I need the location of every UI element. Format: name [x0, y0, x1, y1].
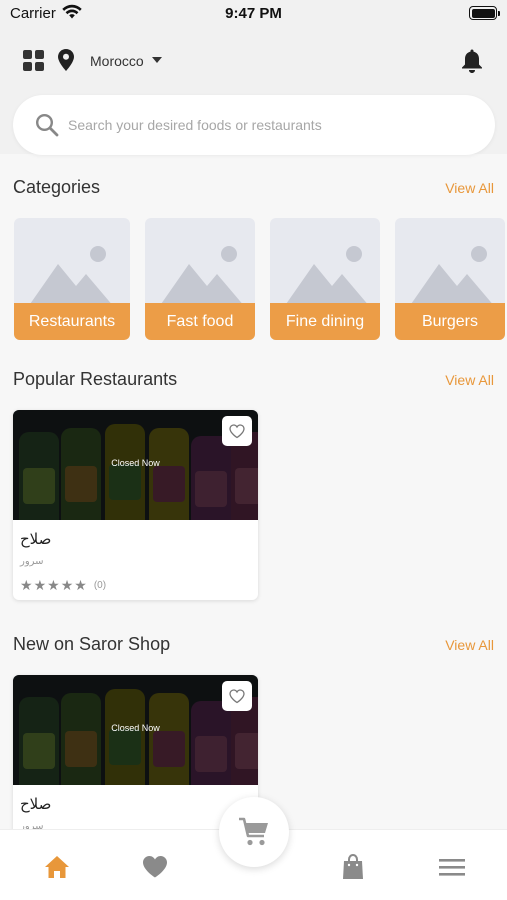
heart-icon: [143, 856, 167, 878]
categories-title: Categories: [13, 177, 101, 197]
rating-count: (0): [93, 580, 107, 591]
new-shop-view-all-link[interactable]: View All: [445, 637, 494, 653]
grid-icon[interactable]: [23, 50, 45, 72]
category-card-burgers[interactable]: Burgers: [395, 218, 505, 340]
restaurant-image: Closed Now: [13, 675, 258, 785]
heart-outline-icon: [229, 688, 245, 703]
heart-outline-icon: [229, 423, 245, 438]
tab-favorites[interactable]: [140, 852, 170, 882]
image-placeholder-icon: [159, 246, 245, 307]
star-icon: ★: [60, 577, 74, 593]
search-input[interactable]: [68, 113, 468, 137]
category-label: Fine dining: [270, 303, 380, 340]
star-icon: ★: [33, 577, 47, 593]
new-shop-title: New on Saror Shop: [13, 634, 171, 654]
status-bar: Carrier 9:47 PM: [0, 0, 507, 26]
star-icon: ★: [47, 577, 60, 593]
tab-menu[interactable]: [437, 852, 467, 882]
cart-icon: [239, 817, 268, 846]
image-placeholder-icon: [28, 246, 114, 307]
star-icon: ★: [74, 577, 87, 593]
popular-restaurants-title: Popular Restaurants: [13, 369, 178, 389]
restaurant-card[interactable]: Closed Now صلاح سرور ★ ★ ★ ★ ★ (0): [13, 410, 258, 600]
battery-icon: [469, 6, 500, 20]
favorite-button[interactable]: [222, 416, 252, 446]
star-icon: ★: [20, 577, 33, 593]
closed-status-label: Closed Now: [111, 458, 160, 468]
clock: 9:47 PM: [225, 5, 282, 22]
category-card-restaurants[interactable]: Restaurants: [14, 218, 130, 340]
favorite-button[interactable]: [222, 681, 252, 711]
restaurant-image: Closed Now: [13, 410, 258, 520]
tab-orders[interactable]: [338, 852, 368, 882]
category-card-fine-dining[interactable]: Fine dining: [270, 218, 380, 340]
header: Morocco: [0, 26, 507, 155]
popular-view-all-link[interactable]: View All: [445, 372, 494, 388]
home-icon: [45, 856, 69, 878]
rating-stars: ★ ★ ★ ★ ★ (0): [20, 577, 107, 594]
menu-icon: [439, 859, 465, 876]
category-label: Restaurants: [14, 303, 130, 340]
chevron-down-icon[interactable]: [152, 57, 162, 63]
image-placeholder-icon: [284, 246, 370, 307]
bell-icon[interactable]: [461, 48, 483, 74]
location-selector[interactable]: Morocco: [90, 53, 144, 69]
search-bar[interactable]: [13, 95, 495, 155]
restaurant-name: صلاح: [20, 795, 52, 813]
closed-status-label: Closed Now: [111, 723, 160, 733]
category-label: Burgers: [395, 303, 505, 340]
category-label: Fast food: [145, 303, 255, 340]
location-pin-icon: [58, 49, 74, 71]
restaurant-subtitle: سرور: [20, 556, 44, 567]
tab-home[interactable]: [42, 852, 72, 882]
image-placeholder-icon: [409, 246, 495, 307]
bag-icon: [343, 854, 363, 879]
cart-button[interactable]: [219, 797, 289, 867]
restaurant-name: صلاح: [20, 530, 52, 548]
categories-view-all-link[interactable]: View All: [445, 180, 494, 196]
category-card-fast-food[interactable]: Fast food: [145, 218, 255, 340]
search-icon: [35, 113, 59, 137]
